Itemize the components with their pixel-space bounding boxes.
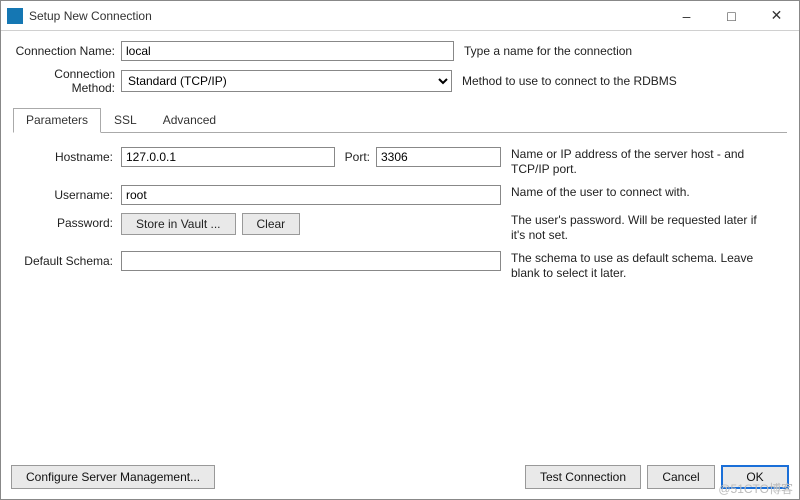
row-password: Password: Store in Vault ... Clear The u… xyxy=(17,213,783,243)
default-schema-controls xyxy=(121,251,501,271)
connection-method-label: Connection Method: xyxy=(13,67,121,95)
row-username: Username: Name of the user to connect wi… xyxy=(17,185,783,205)
default-schema-help: The schema to use as default schema. Lea… xyxy=(511,251,766,281)
window-title: Setup New Connection xyxy=(29,9,664,23)
cancel-button[interactable]: Cancel xyxy=(647,465,715,489)
connection-method-help: Method to use to connect to the RDBMS xyxy=(462,74,787,88)
configure-server-management-button[interactable]: Configure Server Management... xyxy=(11,465,215,489)
ok-button[interactable]: OK xyxy=(721,465,789,489)
hostname-input[interactable] xyxy=(121,147,335,167)
close-button[interactable]: ✕ xyxy=(754,1,799,30)
port-input[interactable] xyxy=(376,147,501,167)
connection-name-label: Connection Name: xyxy=(13,44,121,58)
app-icon xyxy=(7,8,23,24)
tab-parameters[interactable]: Parameters xyxy=(13,108,101,133)
password-controls: Store in Vault ... Clear xyxy=(121,213,501,235)
maximize-button[interactable]: □ xyxy=(709,1,754,30)
clear-password-button[interactable]: Clear xyxy=(242,213,301,235)
row-connection-name: Connection Name: Type a name for the con… xyxy=(13,41,787,61)
hostname-controls: Port: xyxy=(121,147,501,167)
test-connection-button[interactable]: Test Connection xyxy=(525,465,641,489)
username-help: Name of the user to connect with. xyxy=(511,185,766,200)
window-controls: – □ ✕ xyxy=(664,1,799,30)
row-hostname: Hostname: Port: Name or IP address of th… xyxy=(17,147,783,177)
password-label: Password: xyxy=(17,213,121,230)
titlebar: Setup New Connection – □ ✕ xyxy=(1,1,799,31)
username-controls xyxy=(121,185,501,205)
tabstrip: Parameters SSL Advanced xyxy=(13,107,787,133)
dialog-window: Setup New Connection – □ ✕ Connection Na… xyxy=(0,0,800,500)
minimize-button[interactable]: – xyxy=(664,1,709,30)
connection-name-input[interactable] xyxy=(121,41,454,61)
hostname-help: Name or IP address of the server host - … xyxy=(511,147,766,177)
tab-ssl[interactable]: SSL xyxy=(101,108,150,133)
port-label: Port: xyxy=(345,150,370,164)
password-help: The user's password. Will be requested l… xyxy=(511,213,766,243)
connection-name-help: Type a name for the connection xyxy=(464,44,787,58)
default-schema-input[interactable] xyxy=(121,251,501,271)
tab-parameters-body: Hostname: Port: Name or IP address of th… xyxy=(13,133,787,450)
hostname-label: Hostname: xyxy=(17,147,121,164)
connection-method-select[interactable]: Standard (TCP/IP) xyxy=(121,70,452,92)
username-input[interactable] xyxy=(121,185,501,205)
default-schema-label: Default Schema: xyxy=(17,251,121,268)
row-default-schema: Default Schema: The schema to use as def… xyxy=(17,251,783,281)
store-in-vault-button[interactable]: Store in Vault ... xyxy=(121,213,236,235)
row-connection-method: Connection Method: Standard (TCP/IP) Met… xyxy=(13,67,787,95)
dialog-content: Connection Name: Type a name for the con… xyxy=(1,31,799,458)
username-label: Username: xyxy=(17,185,121,202)
tab-advanced[interactable]: Advanced xyxy=(150,108,229,133)
dialog-footer: Configure Server Management... Test Conn… xyxy=(1,458,799,499)
